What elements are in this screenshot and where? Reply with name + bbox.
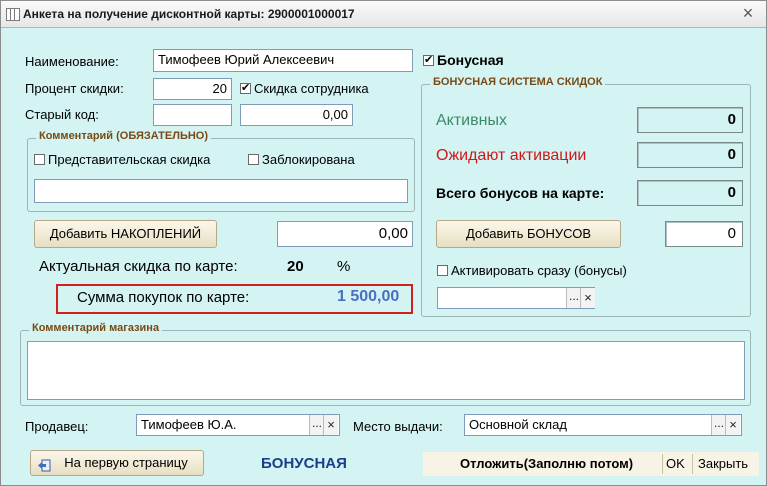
old-code-input[interactable] xyxy=(153,104,232,126)
title-bar: Анкета на получение дисконтной карты: 29… xyxy=(1,1,766,28)
actual-discount-label: Актуальная скидка по карте: xyxy=(39,258,238,275)
postpone-button[interactable]: Отложить(Заполню потом) xyxy=(460,456,633,471)
old-code-amount-input[interactable]: 0,00 xyxy=(240,104,353,126)
first-page-button[interactable]: На первую страницу xyxy=(30,450,204,476)
bonus-picker[interactable]: ... × xyxy=(437,287,595,309)
issue-place-select-button[interactable]: ... xyxy=(711,415,726,435)
activate-now-checkbox[interactable] xyxy=(437,265,448,276)
back-arrow-icon xyxy=(37,456,51,472)
mandatory-comment-input[interactable] xyxy=(34,179,408,203)
purchase-sum-label: Сумма покупок по карте: xyxy=(77,289,250,306)
old-code-label: Старый код: xyxy=(25,107,99,122)
accumulations-amount-input[interactable]: 0,00 xyxy=(277,221,413,247)
issue-place-value: Основной склад xyxy=(469,417,567,432)
representative-discount-checkbox[interactable] xyxy=(34,154,45,165)
name-label: Наименование: xyxy=(25,54,119,69)
seller-value: Тимофеев Ю.А. xyxy=(141,417,237,432)
seller-label: Продавец: xyxy=(25,419,89,434)
bonus-system-group-title: БОНУСНАЯ СИСТЕМА СКИДОК xyxy=(430,76,606,88)
actual-discount-unit: % xyxy=(337,258,351,275)
issue-place-label: Место выдачи: xyxy=(353,419,443,434)
shop-comment-group-title: Комментарий магазина xyxy=(29,322,163,334)
discount-percent-input[interactable]: 20 xyxy=(153,78,232,100)
action-separator xyxy=(662,454,663,474)
pending-bonuses-value: 0 xyxy=(637,142,743,168)
blocked-checkbox[interactable] xyxy=(248,154,259,165)
discount-percent-label: Процент скидки: xyxy=(25,81,124,96)
shop-comment-textarea[interactable] xyxy=(27,341,745,400)
close-button[interactable]: Закрыть xyxy=(698,456,748,471)
ok-button[interactable]: OK xyxy=(666,456,685,471)
bonus-checkbox-label: Бонусная xyxy=(437,52,504,68)
actual-discount-value: 20 xyxy=(287,258,304,275)
name-input[interactable]: Тимофеев Юрий Алексеевич xyxy=(153,49,413,72)
representative-discount-label: Представительская скидка xyxy=(48,152,211,167)
blocked-label: Заблокирована xyxy=(262,152,355,167)
first-page-button-label: На первую страницу xyxy=(64,455,188,470)
add-accumulations-button[interactable]: Добавить НАКОПЛЕНИЙ xyxy=(34,220,217,248)
add-bonuses-input[interactable]: 0 xyxy=(665,221,743,247)
action-separator-2 xyxy=(692,454,693,474)
issue-place-clear-icon[interactable]: × xyxy=(725,415,740,435)
purchase-sum-value: 1 500,00 xyxy=(337,288,400,305)
issue-place-picker[interactable]: Основной склад ... × xyxy=(464,414,742,436)
pending-bonuses-label: Ожидают активации xyxy=(436,147,587,164)
add-bonuses-button[interactable]: Добавить БОНУСОВ xyxy=(436,220,621,248)
active-bonuses-value: 0 xyxy=(637,107,743,133)
card-type-label: БОНУСНАЯ xyxy=(261,455,347,472)
close-window-button[interactable]: × xyxy=(738,3,758,23)
bonus-picker-clear-icon[interactable]: × xyxy=(580,288,595,308)
bonus-checkbox[interactable] xyxy=(423,53,434,66)
employee-discount-label: Скидка сотрудника xyxy=(254,81,369,96)
employee-discount-checkbox[interactable] xyxy=(240,81,251,94)
discount-card-form-window: Анкета на получение дисконтной карты: 29… xyxy=(0,0,767,486)
window-title: Анкета на получение дисконтной карты: 29… xyxy=(23,7,355,21)
active-bonuses-label: Активных xyxy=(436,112,507,129)
total-bonuses-label: Всего бонусов на карте: xyxy=(436,185,605,201)
form-icon xyxy=(6,8,20,21)
seller-clear-icon[interactable]: × xyxy=(323,415,338,435)
bonus-picker-select-button[interactable]: ... xyxy=(566,288,581,308)
seller-picker[interactable]: Тимофеев Ю.А. ... × xyxy=(136,414,340,436)
total-bonuses-value: 0 xyxy=(637,180,743,206)
comment-group-title: Комментарий (ОБЯЗАТЕЛЬНО) xyxy=(36,130,212,142)
activate-now-label: Активировать сразу (бонусы) xyxy=(451,263,627,278)
seller-select-button[interactable]: ... xyxy=(309,415,324,435)
